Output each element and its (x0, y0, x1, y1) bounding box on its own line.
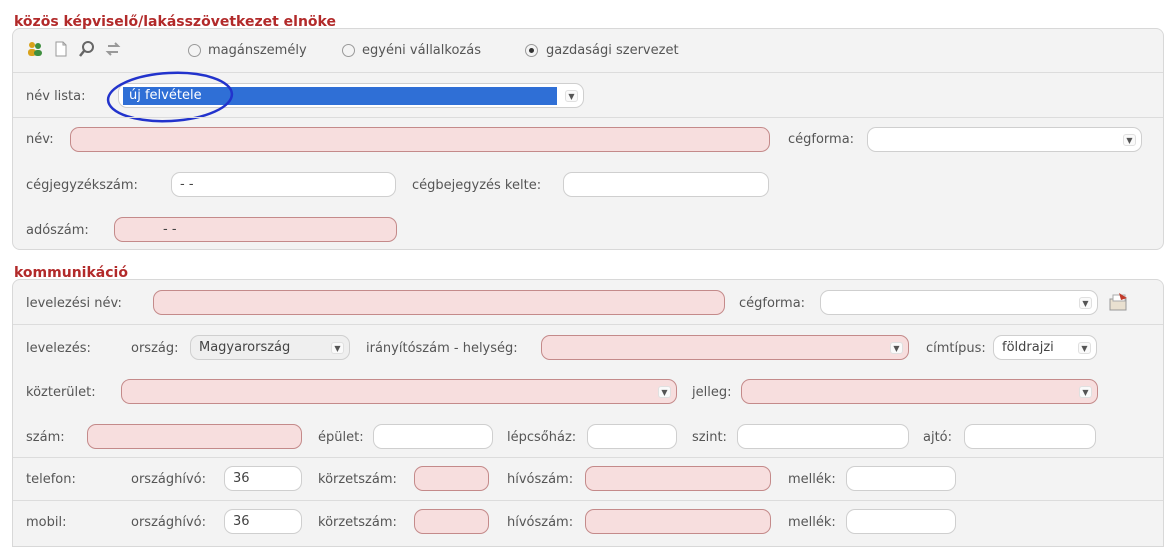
name-list-label: név lista: (26, 89, 86, 104)
chevron-down-icon: ▼ (1079, 386, 1092, 398)
chevron-down-icon: ▼ (565, 90, 578, 102)
mail-name-input[interactable] (153, 290, 725, 315)
row-divider (13, 117, 1163, 118)
tax-number-input[interactable]: - - (114, 217, 397, 242)
zip-city-label: irányítószám - helység: (366, 341, 518, 356)
phone-number-input[interactable] (585, 466, 771, 491)
radio-sole-trader[interactable] (342, 44, 355, 57)
radio-label-business-organization: gazdasági szervezet (546, 43, 679, 58)
address-type-label: címtípus: (926, 341, 986, 356)
mobile-number-label: hívószám: (507, 515, 574, 530)
mobile-area-code-label: körzetszám: (318, 515, 397, 530)
mail-name-label: levelezési név: (26, 296, 122, 311)
number-input[interactable] (87, 424, 302, 449)
phone-country-code-input[interactable]: 36 (224, 466, 302, 491)
section-title-owner: közös képviselő/lakásszövetkezet elnöke (14, 14, 336, 30)
mailing-label: levelezés: (26, 341, 91, 356)
phone-area-code-input[interactable] (414, 466, 489, 491)
character-select[interactable]: ▼ (741, 379, 1098, 404)
public-place-label: közterület: (26, 385, 96, 400)
company-form-label: cégforma: (788, 132, 855, 147)
search-icon[interactable] (78, 40, 96, 58)
mail-company-form-select[interactable]: ▼ (820, 290, 1098, 315)
phone-area-code-label: körzetszám: (318, 472, 397, 487)
address-type-value: földrajzi (1002, 340, 1054, 355)
swap-icon[interactable] (104, 40, 122, 58)
floor-input[interactable] (737, 424, 909, 449)
registry-number-input[interactable]: - - (171, 172, 396, 197)
row-divider (13, 324, 1163, 325)
tax-number-label: adószám: (26, 223, 89, 238)
registration-date-input[interactable] (563, 172, 769, 197)
row-divider (13, 500, 1163, 501)
mobile-extension-label: mellék: (788, 515, 836, 530)
phone-extension-input[interactable] (846, 466, 956, 491)
radio-private-person[interactable] (188, 44, 201, 57)
radio-business-organization[interactable] (525, 44, 538, 57)
registry-number-label: cégjegyzékszám: (26, 178, 138, 193)
communication-panel (12, 279, 1164, 547)
chevron-down-icon: ▼ (1078, 342, 1091, 354)
chevron-down-icon: ▼ (890, 342, 903, 354)
door-input[interactable] (964, 424, 1096, 449)
radio-label-private-person: magánszemély (208, 43, 307, 58)
phone-number-label: hívószám: (507, 472, 574, 487)
company-form-select[interactable]: ▼ (867, 127, 1142, 152)
chevron-down-icon: ▼ (658, 386, 671, 398)
phone-label: telefon: (26, 472, 76, 487)
character-label: jelleg: (692, 385, 732, 400)
chevron-down-icon: ▼ (1123, 134, 1136, 146)
mobile-area-code-input[interactable] (414, 509, 489, 534)
mobile-number-input[interactable] (585, 509, 771, 534)
staircase-input[interactable] (587, 424, 677, 449)
number-label: szám: (26, 430, 65, 445)
staircase-label: lépcsőház: (507, 430, 577, 445)
public-place-select[interactable]: ▼ (121, 379, 677, 404)
new-document-icon[interactable] (52, 40, 70, 58)
phone-extension-label: mellék: (788, 472, 836, 487)
section-title-communication: kommunikáció (14, 265, 128, 281)
chevron-down-icon: ▼ (1079, 297, 1092, 309)
copy-address-icon[interactable] (1107, 291, 1131, 313)
floor-label: szint: (692, 430, 727, 445)
mobile-extension-input[interactable] (846, 509, 956, 534)
zip-city-select[interactable]: ▼ (541, 335, 909, 360)
registration-date-label: cégbejegyzés kelte: (412, 178, 542, 193)
country-label: ország: (131, 341, 179, 356)
mobile-country-code-label: országhívó: (131, 515, 206, 530)
people-icon[interactable] (26, 40, 44, 58)
building-label: épület: (318, 430, 364, 445)
building-input[interactable] (373, 424, 493, 449)
mobile-country-code-input[interactable]: 36 (224, 509, 302, 534)
radio-label-sole-trader: egyéni vállalkozás (362, 43, 481, 58)
chevron-down-icon: ▼ (331, 342, 344, 354)
name-input[interactable] (70, 127, 770, 152)
country-value: Magyarország (199, 340, 291, 355)
address-type-select[interactable]: földrajzi ▼ (993, 335, 1097, 360)
phone-country-code-label: országhívó: (131, 472, 206, 487)
row-divider (13, 457, 1163, 458)
name-label: név: (26, 132, 54, 147)
mobile-label: mobil: (26, 515, 67, 530)
door-label: ajtó: (923, 430, 953, 445)
country-select[interactable]: Magyarország ▼ (190, 335, 350, 360)
mail-company-form-label: cégforma: (739, 296, 806, 311)
